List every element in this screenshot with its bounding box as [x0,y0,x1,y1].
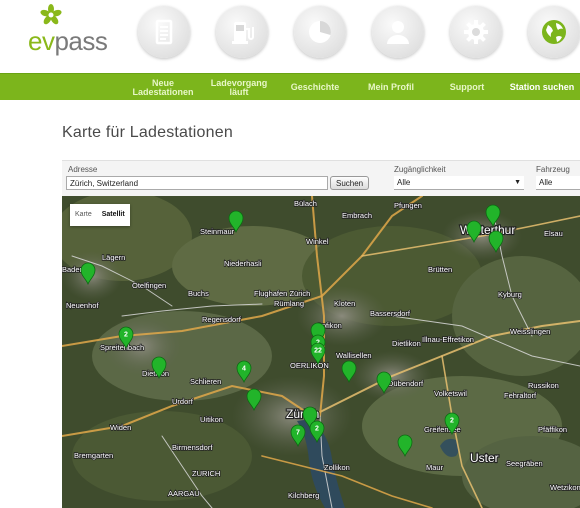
place-label: Winkel [306,237,329,246]
nav-new-stations-line2: Ladestationen [132,86,194,97]
map-type-satellite[interactable]: Satellit [97,204,130,226]
place-label: Steinmaur [200,227,235,236]
nav-profile-label: Mein Profil [367,82,414,92]
nav-find-station[interactable]: Station suchen [504,74,580,101]
nav-history[interactable]: Geschichte [286,74,344,101]
marker-count: 22 [314,348,322,355]
place-label: Widen [110,423,131,432]
place-label: Uster [470,451,499,465]
place-label: Pfäffikon [538,425,567,434]
globe-icon [542,20,566,44]
place-label: AARGAU [168,489,200,498]
accessibility-value: Alle [397,178,411,187]
place-label: OERLIKON [290,361,329,370]
nav-find-station-label: Station suchen [509,82,575,92]
charging-station-icon [232,22,254,44]
nav-new-stations[interactable]: Neue Ladestationen [128,74,198,101]
place-label: Elsau [544,229,563,238]
logo-pass-text: pass [54,26,108,56]
place-label: Bassersdorf [370,309,411,318]
chevron-down-icon: ▼ [514,179,521,186]
place-label: Lägern [102,253,125,262]
nav-my-profile[interactable]: Mein Profil [362,74,420,101]
place-label: Uitikon [200,415,223,424]
place-label: Baden [62,265,84,274]
place-label: Urdorf [172,397,194,406]
place-label: Embrach [342,211,372,220]
map-type-control: Karte Satellit [70,204,130,226]
place-label: Kyburg [498,290,522,299]
accessibility-select[interactable]: Alle ▼ [394,176,524,190]
user-icon [387,21,409,44]
station-map-button[interactable] [528,6,580,58]
marker-count: 2 [450,418,454,425]
marker-count: 4 [242,366,246,373]
marker-count: 2 [315,426,319,433]
evpass-logo[interactable]: evpass [28,4,108,56]
search-button[interactable]: Suchen [330,176,370,190]
filter-bar: Adresse Zürich, Switzerland Suchen Zugän… [62,160,580,196]
place-label: Brütten [428,265,452,274]
logo-ev-text: ev [28,26,55,56]
place-label: Wetzikon [550,483,580,492]
vehicle-value: Alle [539,178,553,187]
nav-charging-running[interactable]: Ladevorgang läuft [206,74,272,101]
place-label: Maur [426,463,444,472]
place-label: ZURICH [192,469,220,478]
charging-button[interactable] [216,6,268,58]
place-label: Volketswil [434,389,467,398]
vehicle-label: Fahrzeug [536,165,570,174]
address-input[interactable]: Zürich, Switzerland [66,176,328,190]
app-header: evpass [0,0,580,72]
place-label: Buchs [188,289,209,298]
page-title: Karte für Ladestationen [62,124,233,141]
marker-count: 7 [296,430,300,437]
nav-support-label: Support [449,82,485,92]
place-label: Otelfingen [132,281,166,290]
place-label: Spreitenbach [100,343,144,352]
place-label: Illnau-Effretikon [422,335,474,344]
accessibility-label: Zugänglichkeit [394,165,446,174]
place-label: Regensdorf [202,315,242,324]
place-label: Niederhasli [224,259,262,268]
place-label: Russikon [528,381,559,390]
place-label: Kilchberg [288,491,319,500]
settings-button[interactable] [450,6,502,58]
place-label: Zollikon [324,463,350,472]
place-label: Dübendorf [388,379,424,388]
place-label: Rümlang [274,299,304,308]
nav-charging-line2: läuft [229,86,249,97]
address-label: Adresse [68,165,98,174]
flower-logo-icon [40,4,62,25]
place-label: Pfungen [394,201,422,210]
marker-count: 2 [124,332,128,339]
place-label: Schlieren [190,377,221,386]
main-icon-menu [138,6,580,58]
map-type-map[interactable]: Karte [70,204,97,226]
place-label: Flughafen Zürich [254,289,310,298]
nav-history-label: Geschichte [290,82,340,92]
place-label: Neuenhof [66,301,99,310]
vehicle-select[interactable]: Alle [536,176,580,190]
main-nav: Neue Ladestationen Ladevorgang läuft Gesch… [0,73,580,100]
place-label: Fehraltorf [504,391,537,400]
gear-icon [464,20,488,44]
place-label: Wallisellen [336,351,372,360]
documents-button[interactable] [138,6,190,58]
satellite-map[interactable]: BülachEmbrachPfungenWinterthur ElsauStein… [62,196,580,508]
place-label: Weisslingen [510,327,550,336]
nav-support[interactable]: Support [442,74,492,101]
history-button[interactable] [294,6,346,58]
place-label: Dietlikon [392,339,421,348]
place-label: Bülach [294,199,317,208]
place-label: Bremgarten [74,451,113,460]
logo-wordmark: evpass [28,26,108,57]
place-label: Birmensdorf [172,443,213,452]
place-label: Seegräben [506,459,543,468]
station-map[interactable]: Bülach Embrach Pfungen Winterthur Elsau Stein… [62,196,580,508]
profile-button[interactable] [372,6,424,58]
place-label: Kloten [334,299,355,308]
document-icon [155,19,173,45]
pie-chart-icon [309,21,331,43]
